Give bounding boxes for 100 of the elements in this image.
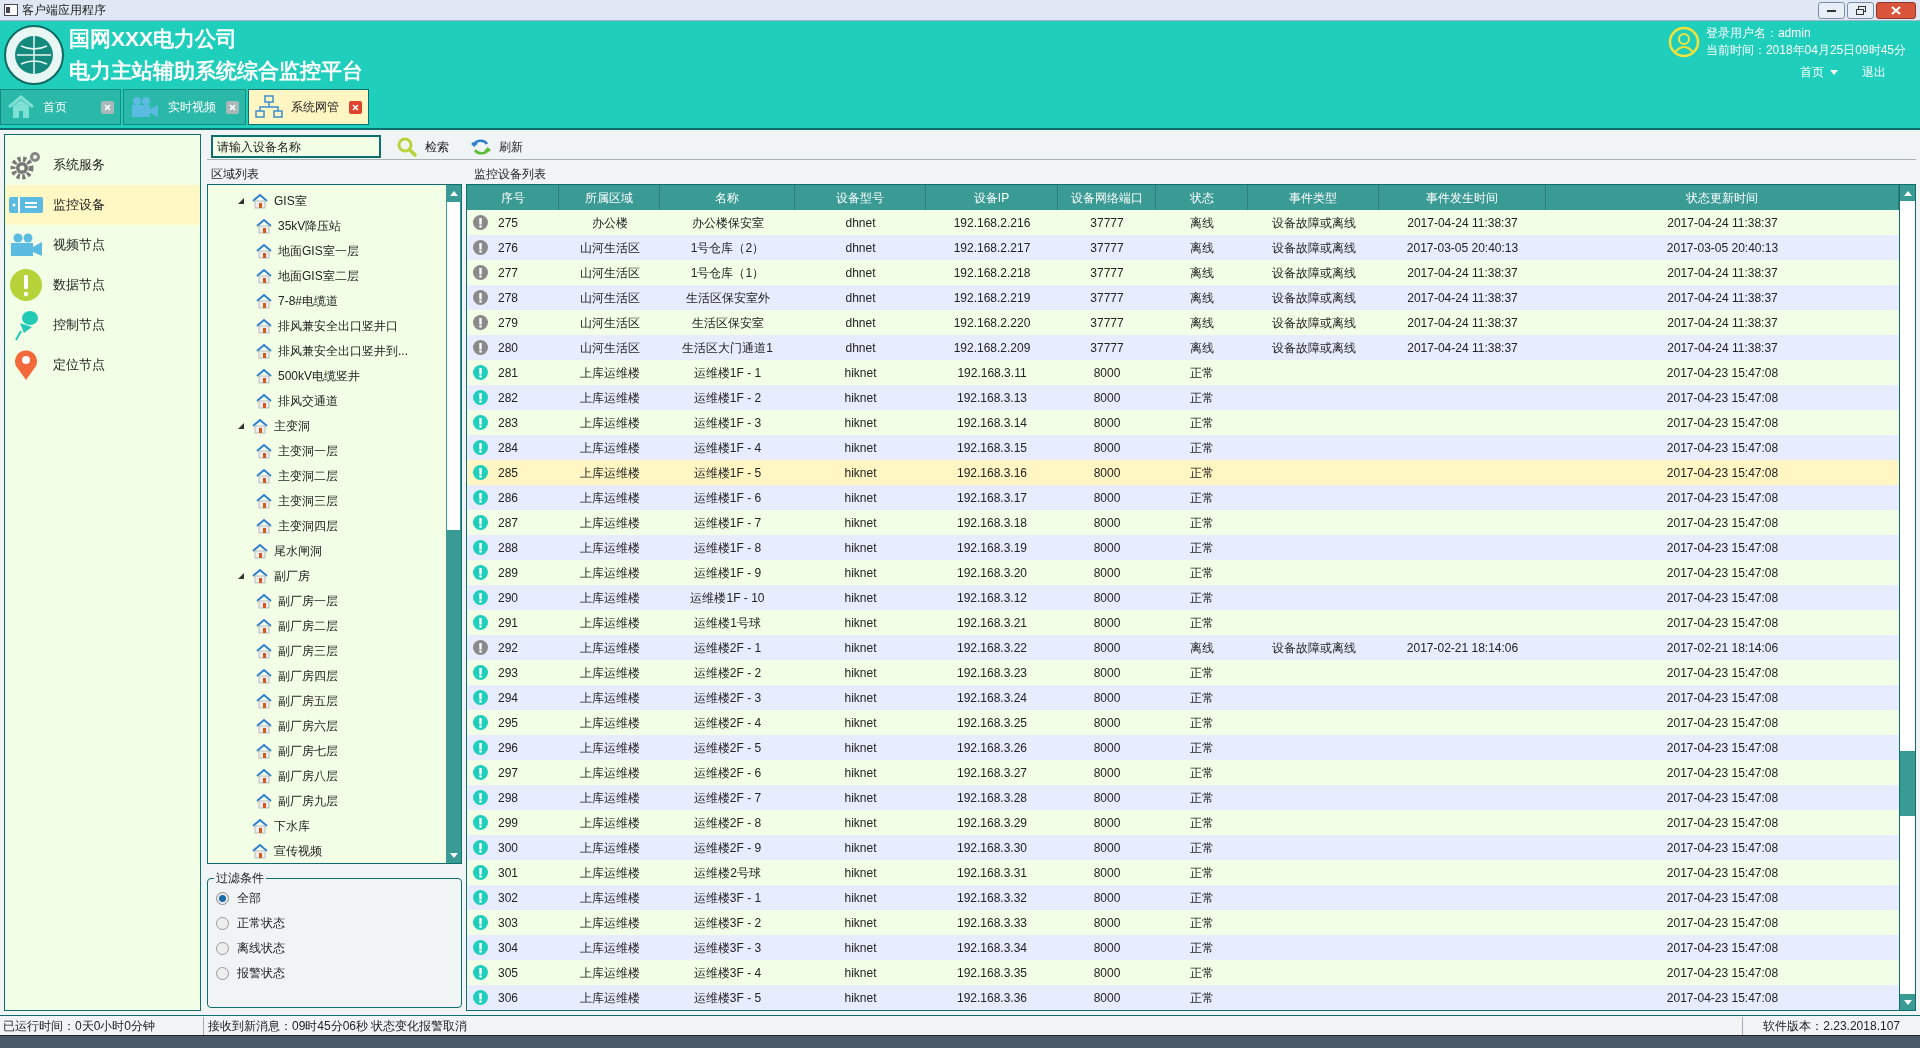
close-button[interactable]: [1876, 1, 1916, 19]
tree-item[interactable]: 主变洞四层: [278, 517, 338, 536]
radio-option[interactable]: 报警状态: [216, 964, 453, 982]
expand-arrow-icon[interactable]: [238, 198, 244, 205]
table-row[interactable]: 302 上库运维楼 运维楼3F - 1 hiknet 192.168.3.32 8000 正常 2017-04-23 15:47:08: [467, 885, 1899, 910]
tab[interactable]: 系统网管: [248, 89, 369, 125]
tree-item[interactable]: 副厂房: [274, 567, 310, 585]
tree-item[interactable]: 排风交通道: [278, 392, 338, 411]
table-row[interactable]: 297 上库运维楼 运维楼2F - 6 hiknet 192.168.3.27 8000 正常 2017-04-23 15:47:08: [467, 760, 1899, 785]
search-button[interactable]: 检索: [391, 136, 455, 157]
search-field[interactable]: 请输入设备名称: [211, 135, 381, 158]
tree-item[interactable]: 宣传视频: [274, 841, 322, 860]
tree-item[interactable]: 副厂房八层: [278, 766, 338, 785]
radio-icon[interactable]: [216, 891, 229, 905]
tree-item[interactable]: 副厂房一层: [278, 592, 338, 610]
expand-arrow-icon[interactable]: [238, 573, 244, 579]
table-row[interactable]: 295 上库运维楼 运维楼2F - 4 hiknet 192.168.3.25 8000 正常 2017-04-23 15:47:08: [467, 710, 1899, 735]
table-row[interactable]: 306 上库运维楼 运维楼3F - 5 hiknet 192.168.3.36 8000 正常 2017-04-23 15:47:08: [467, 985, 1899, 1010]
radio-icon[interactable]: [216, 966, 229, 980]
sidebar-item[interactable]: 系统服务: [5, 145, 200, 185]
table-row[interactable]: 289 上库运维楼 运维楼1F - 9 hiknet 192.168.3.20 8000 正常 2017-04-23 15:47:08: [467, 560, 1899, 585]
tree-item[interactable]: 地面GIS室二层: [278, 267, 359, 286]
scroll-up-arrow-icon[interactable]: [1903, 190, 1912, 196]
table-cell-text: 2017-04-23 15:47:08: [1666, 689, 1779, 707]
table-row[interactable]: 283 上库运维楼 运维楼1F - 3 hiknet 192.168.3.14 8000 正常 2017-04-23 15:47:08: [467, 410, 1899, 435]
scroll-thumb[interactable]: [1900, 751, 1915, 816]
scroll-down-arrow-icon[interactable]: [449, 852, 458, 858]
tree-item[interactable]: 500kV电缆竖井: [278, 367, 361, 386]
table-row[interactable]: 293 上库运维楼 运维楼2F - 2 hiknet 192.168.3.23 8000 正常 2017-04-23 15:47:08: [467, 660, 1899, 685]
table-row[interactable]: 305 上库运维楼 运维楼3F - 4 hiknet 192.168.3.35 8000 正常 2017-04-23 15:47:08: [467, 960, 1899, 985]
table-row[interactable]: 287 上库运维楼 运维楼1F - 7 hiknet 192.168.3.18 8000 正常 2017-04-23 15:47:08: [467, 510, 1899, 535]
tree-item[interactable]: 副厂房六层: [278, 716, 338, 735]
table-row[interactable]: 292 上库运维楼 运维楼2F - 1 hiknet 192.168.3.22 8000 离线 设备故障或离线 2017-02-21 18:14:06 2017-02-21 18:14:06: [467, 635, 1899, 660]
house-icon: [256, 243, 272, 260]
tree-item[interactable]: 地面GIS室一层: [278, 242, 359, 261]
scrollbar[interactable]: [446, 185, 461, 863]
table-row[interactable]: 300 上库运维楼 运维楼2F - 9 hiknet 192.168.3.30 8000 正常 2017-04-23 15:47:08: [467, 835, 1899, 860]
tree-item[interactable]: 主变洞: [274, 417, 310, 436]
sidebar-item[interactable]: 视频节点: [5, 225, 200, 265]
table-row[interactable]: 286 上库运维楼 运维楼1F - 6 hiknet 192.168.3.17 8000 正常 2017-04-23 15:47:08: [467, 485, 1899, 510]
tree-item[interactable]: 主变洞二层: [278, 467, 338, 486]
tree-item[interactable]: 35kV降压站: [278, 217, 342, 236]
tree-item[interactable]: 7-8#电缆道: [278, 292, 339, 311]
table-cell-text: hiknet: [844, 964, 877, 982]
table-row[interactable]: 285 上库运维楼 运维楼1F - 5 hiknet 192.168.3.16 8000 正常 2017-04-23 15:47:08: [467, 460, 1899, 485]
table-cell-text: 2017-04-23 15:47:08: [1666, 964, 1779, 982]
tree-item[interactable]: 副厂房七层: [278, 741, 338, 760]
table-row[interactable]: 275 办公楼 办公楼保安室 dhnet 192.168.2.216 37777 离线 设备故障或离线 2017-04-24 11:38:37 2017-04-24 11:38:37: [467, 210, 1899, 235]
tree-item[interactable]: 排风兼安全出口竖井口: [278, 317, 398, 336]
refresh-button[interactable]: 刷新: [465, 136, 529, 157]
scrollbar[interactable]: [1899, 185, 1915, 1010]
radio-icon[interactable]: [216, 916, 229, 930]
table-row[interactable]: 276 山河生活区 1号仓库（2） dhnet 192.168.2.217 37777 离线 设备故障或离线 2017-03-05 20:40:13 2017-03-05 20:40:13: [467, 235, 1899, 260]
radio-option[interactable]: 正常状态: [216, 914, 453, 932]
radio-option[interactable]: 全部: [216, 889, 453, 907]
table-row[interactable]: 280 山河生活区 生活区大门通道1 dhnet 192.168.2.209 37777 离线 设备故障或离线 2017-04-24 11:38:37 2017-04-24 11:38:37: [467, 335, 1899, 360]
expand-arrow-icon[interactable]: [238, 423, 244, 430]
tree-item[interactable]: 尾水闸洞: [274, 542, 322, 561]
minimize-button[interactable]: [1818, 1, 1845, 19]
maximize-button[interactable]: [1847, 1, 1874, 19]
table-row[interactable]: 284 上库运维楼 运维楼1F - 4 hiknet 192.168.3.15 8000 正常 2017-04-23 15:47:08: [467, 435, 1899, 460]
table-row[interactable]: 298 上库运维楼 运维楼2F - 7 hiknet 192.168.3.28 8000 正常 2017-04-23 15:47:08: [467, 785, 1899, 810]
table-row[interactable]: 290 上库运维楼 运维楼1F - 10 hiknet 192.168.3.12 8000 正常 2017-04-23 15:47:08: [467, 585, 1899, 610]
table-row[interactable]: 299 上库运维楼 运维楼2F - 8 hiknet 192.168.3.29 8000 正常 2017-04-23 15:47:08: [467, 810, 1899, 835]
table-row[interactable]: 279 山河生活区 生活区保安室 dhnet 192.168.2.220 37777 离线 设备故障或离线 2017-04-24 11:38:37 2017-04-24 11:38:37: [467, 310, 1899, 335]
table-row[interactable]: 291 上库运维楼 运维楼1号球 hiknet 192.168.3.21 8000 正常 2017-04-23 15:47:08: [467, 610, 1899, 635]
table-row[interactable]: 277 山河生活区 1号仓库（1） dhnet 192.168.2.218 37777 离线 设备故障或离线 2017-04-24 11:38:37 2017-04-24 11:38:37: [467, 260, 1899, 285]
radio-option[interactable]: 离线状态: [216, 939, 453, 957]
scroll-thumb[interactable]: [446, 201, 461, 531]
house-icon: [256, 667, 272, 684]
table-row[interactable]: 303 上库运维楼 运维楼3F - 2 hiknet 192.168.3.33 8000 正常 2017-04-23 15:47:08: [467, 910, 1899, 935]
tree-item[interactable]: 副厂房四层: [278, 666, 338, 685]
tree-item[interactable]: 下水库: [274, 816, 310, 835]
table-row[interactable]: 296 上库运维楼 运维楼2F - 5 hiknet 192.168.3.26 8000 正常 2017-04-23 15:47:08: [467, 735, 1899, 760]
sidebar-item[interactable]: 数据节点: [5, 265, 200, 305]
tree-item[interactable]: 排风兼安全出口竖井到...: [278, 342, 408, 361]
scroll-down-arrow-icon[interactable]: [1903, 999, 1912, 1005]
close-icon[interactable]: [349, 100, 362, 114]
scroll-up-arrow-icon[interactable]: [449, 190, 458, 196]
tree-item[interactable]: GIS室: [274, 192, 307, 211]
table-row[interactable]: 278 山河生活区 生活区保安室外 dhnet 192.168.2.219 37777 离线 设备故障或离线 2017-04-24 11:38:37 2017-04-24 11:38:37: [467, 285, 1899, 310]
tree-item[interactable]: 副厂房五层: [278, 691, 338, 710]
table-row[interactable]: 281 上库运维楼 运维楼1F - 1 hiknet 192.168.3.11 8000 正常 2017-04-23 15:47:08: [467, 360, 1899, 385]
table-row[interactable]: 304 上库运维楼 运维楼3F - 3 hiknet 192.168.3.34 8000 正常 2017-04-23 15:47:08: [467, 935, 1899, 960]
table-row[interactable]: 288 上库运维楼 运维楼1F - 8 hiknet 192.168.3.19 8000 正常 2017-04-23 15:47:08: [467, 535, 1899, 560]
table-row[interactable]: 294 上库运维楼 运维楼2F - 3 hiknet 192.168.3.24 8000 正常 2017-04-23 15:47:08: [467, 685, 1899, 710]
sidebar-item[interactable]: 监控设备: [5, 185, 200, 225]
tree-item[interactable]: 主变洞三层: [278, 492, 338, 511]
tree-item[interactable]: 副厂房三层: [278, 641, 338, 660]
sidebar-item[interactable]: 控制节点: [5, 305, 200, 345]
table-row[interactable]: 301 上库运维楼 运维楼2号球 hiknet 192.168.3.31 8000 正常 2017-04-23 15:47:08: [467, 860, 1899, 885]
radio-icon[interactable]: [216, 941, 229, 955]
sidebar-item[interactable]: 定位节点: [5, 345, 200, 385]
tree-item[interactable]: 主变洞一层: [278, 442, 338, 461]
tree-item[interactable]: 副厂房九层: [278, 791, 338, 810]
table-row[interactable]: 282 上库运维楼 运维楼1F - 2 hiknet 192.168.3.13 8000 正常 2017-04-23 15:47:08: [467, 385, 1899, 410]
tree-item[interactable]: 副厂房二层: [278, 616, 338, 635]
table-cell-text: 8000: [1093, 739, 1121, 757]
close-icon[interactable]: [226, 100, 239, 114]
close-icon[interactable]: [101, 100, 114, 114]
